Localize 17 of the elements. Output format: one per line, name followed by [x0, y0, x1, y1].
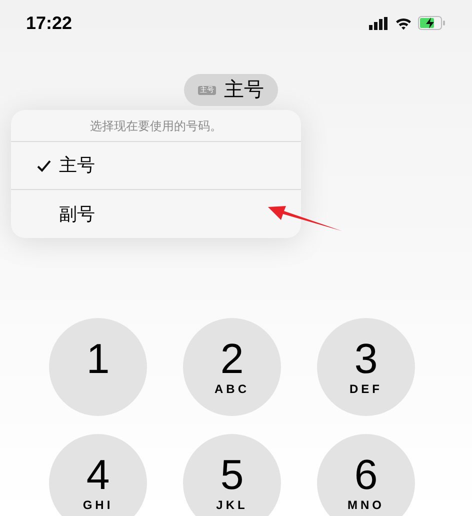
battery-charging-icon [418, 16, 446, 30]
status-time: 17:22 [26, 12, 72, 34]
menu-option[interactable]: 主号 [11, 142, 301, 190]
wifi-icon [395, 16, 412, 30]
menu-option[interactable]: 副号 [11, 190, 301, 238]
option-label: 副号 [59, 202, 95, 226]
line-label: 主号 [224, 80, 264, 100]
keypad-key[interactable]: 6 MNO [317, 434, 415, 516]
cellular-signal-icon [369, 16, 389, 30]
checkmark-icon [37, 160, 51, 172]
option-label: 主号 [59, 154, 95, 177]
keypad-key[interactable]: 3 DEF [317, 318, 415, 416]
keypad-key[interactable]: 4 GHI [49, 434, 147, 516]
keypad-key[interactable]: 2 ABC [183, 318, 281, 416]
keypad-key[interactable]: 5 JKL [183, 434, 281, 516]
keypad-key[interactable]: 1 [49, 318, 147, 416]
menu-prompt: 选择现在要使用的号码。 [90, 118, 222, 134]
